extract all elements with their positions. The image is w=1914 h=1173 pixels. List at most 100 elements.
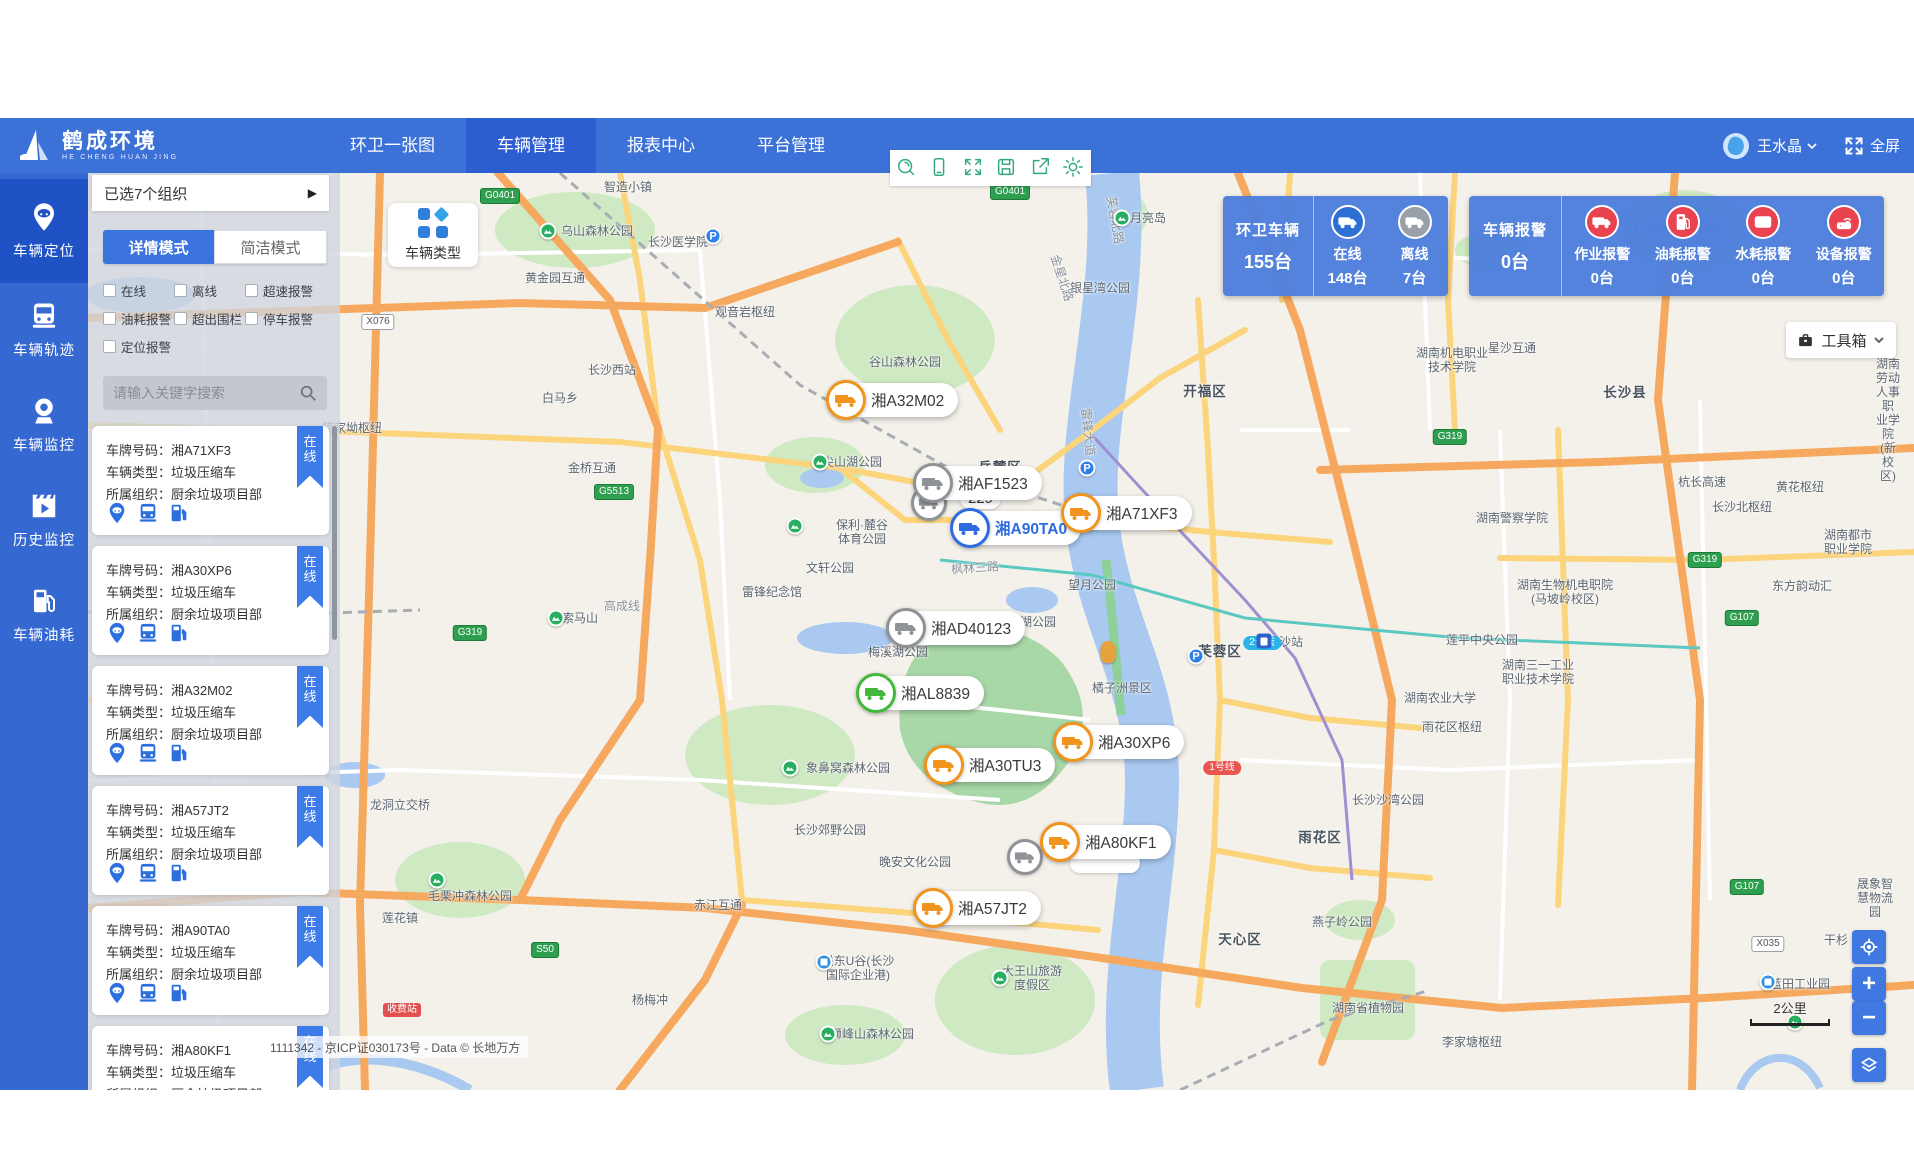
truck-icon [1040, 822, 1080, 862]
locate-vehicle-icon[interactable] [106, 862, 128, 884]
offline-truck-icon [1398, 205, 1432, 239]
road-badge: X035 [1751, 936, 1784, 952]
track-vehicle-icon[interactable] [137, 982, 159, 1004]
left-sidebar: 车辆定位车辆轨迹车辆监控历史监控车辆油耗 [0, 173, 88, 1090]
vehicle-field: 车辆类型：垃圾压缩车 [106, 822, 236, 841]
vehicle-field: 车辆类型：垃圾压缩车 [106, 462, 236, 481]
list-scrollbar[interactable] [332, 426, 337, 640]
vehicle-card-湘A90TA0[interactable]: 车牌号码：湘A90TA0车辆类型：垃圾压缩车所属组织：厨余垃圾项目部在 线 [92, 906, 329, 1015]
truck-icon [856, 673, 896, 713]
sidebar-item-车辆监控[interactable]: 车辆监控 [0, 378, 88, 473]
vehicle-marker-湘A57JT2[interactable]: 湘A57JT2 [916, 891, 1041, 925]
sidebar-item-label: 车辆轨迹 [13, 339, 75, 360]
vehicle-marker-湘A80KF1[interactable]: 湘A80KF1 [1043, 825, 1171, 859]
export-icon[interactable] [1029, 156, 1053, 180]
map-canvas[interactable]: 智造小镇乌山森林公园黄金园互通长沙医学院月亮岛银星湾公园观音岩枢纽长沙西站谷山森… [88, 173, 1914, 1090]
vehicle-marker-fragment[interactable] [1007, 839, 1043, 875]
alarm-label: 作业报警 [1574, 244, 1630, 264]
park-poi-icon [787, 518, 804, 535]
vehicle-marker-湘A30TU3[interactable]: 湘A30TU3 [927, 748, 1055, 782]
vehicle-field: 车牌号码：湘A80KF1 [106, 1040, 231, 1059]
vehicle-marker-湘A32M02[interactable]: 湘A32M02 [829, 383, 958, 417]
track-vehicle-icon[interactable] [137, 622, 159, 644]
user-avatar[interactable] [1723, 133, 1749, 159]
nav-tab-环卫一张图[interactable]: 环卫一张图 [319, 118, 466, 173]
road-badge: G319 [1688, 552, 1722, 568]
scale-bar [1750, 1019, 1830, 1026]
sidebar-item-历史监控[interactable]: 历史监控 [0, 473, 88, 568]
fuel-vehicle-icon[interactable] [168, 502, 190, 524]
panorama-button[interactable] [1852, 1048, 1886, 1082]
nav-tab-车辆管理[interactable]: 车辆管理 [466, 118, 596, 173]
p-poi-icon: P [705, 228, 722, 245]
vehicle-card-湘A32M02[interactable]: 车牌号码：湘A32M02车辆类型：垃圾压缩车所属组织：厨余垃圾项目部在 线 [92, 666, 329, 775]
water-alarm-icon [1746, 205, 1780, 239]
park-poi-icon [1114, 210, 1131, 227]
vehicle-marker-湘AD40123[interactable]: 湘AD40123 [889, 611, 1025, 645]
fleet-total-value: 155台 [1244, 248, 1292, 274]
nav-tab-报表中心[interactable]: 报表中心 [596, 118, 726, 173]
camera-icon [29, 396, 59, 434]
toolbox-button[interactable]: 工具箱 [1786, 322, 1896, 358]
truck-icon [826, 380, 866, 420]
vehicle-type-button[interactable]: 车辆类型 [388, 203, 478, 267]
track-vehicle-icon[interactable] [137, 502, 159, 524]
vehicle-actions [106, 502, 199, 524]
alarm-breakdown: 作业报警0台油耗报警0台水耗报警0台设备报警0台 [1562, 196, 1884, 296]
nav-tab-平台管理[interactable]: 平台管理 [726, 118, 856, 173]
locate-icon [1859, 937, 1879, 957]
truck-icon [924, 745, 964, 785]
user-name[interactable]: 王水晶 [1757, 135, 1802, 156]
offline-label: 离线 [1401, 244, 1429, 264]
vehicle-card-湘A30XP6[interactable]: 车牌号码：湘A30XP6车辆类型：垃圾压缩车所属组织：厨余垃圾项目部在 线 [92, 546, 329, 655]
vehicle-marker-湘AL8839[interactable]: 湘AL8839 [859, 676, 984, 710]
sidebar-item-车辆轨迹[interactable]: 车辆轨迹 [0, 283, 88, 378]
track-vehicle-icon[interactable] [137, 862, 159, 884]
sidebar-item-车辆定位[interactable]: 车辆定位 [0, 179, 88, 283]
save-icon[interactable] [995, 156, 1019, 180]
alarm-label: 油耗报警 [1655, 244, 1711, 264]
locate-vehicle-icon[interactable] [106, 502, 128, 524]
fuel-vehicle-icon[interactable] [168, 742, 190, 764]
zoom-reset-icon[interactable] [895, 156, 919, 180]
truck-icon [913, 888, 953, 928]
expand-icon[interactable] [962, 156, 986, 180]
locate-vehicle-icon[interactable] [106, 622, 128, 644]
track-vehicle-icon[interactable] [137, 742, 159, 764]
sidebar-item-label: 车辆定位 [13, 240, 75, 261]
vehicle-card-湘A57JT2[interactable]: 车牌号码：湘A57JT2车辆类型：垃圾压缩车所属组织：厨余垃圾项目部在 线 [92, 786, 329, 895]
fuel-vehicle-icon[interactable] [168, 622, 190, 644]
p-poi-icon: P [1188, 648, 1205, 665]
locate-vehicle-icon[interactable] [106, 982, 128, 1004]
fuel-vehicle-icon[interactable] [168, 982, 190, 1004]
road-badge: S50 [531, 942, 559, 958]
fuel-vehicle-icon[interactable] [168, 862, 190, 884]
mobile-frame-icon[interactable] [928, 156, 952, 180]
toolbox-label: 工具箱 [1821, 330, 1866, 351]
online-truck-icon [1331, 205, 1365, 239]
vehicle-actions [106, 862, 199, 884]
alarm-stat-油耗报警: 油耗报警0台 [1643, 196, 1724, 296]
park-poi-icon [540, 223, 557, 240]
chevron-down-icon[interactable] [1806, 140, 1818, 152]
park-poi-icon [992, 970, 1009, 987]
fleet-total: 环卫车辆 155台 [1223, 196, 1313, 296]
zoom-out-button[interactable]: − [1852, 1001, 1886, 1035]
settings-icon[interactable] [1062, 156, 1086, 180]
vehicle-card-湘A71XF3[interactable]: 车牌号码：湘A71XF3车辆类型：垃圾压缩车所属组织：厨余垃圾项目部在 线 [92, 426, 329, 535]
sidebar-item-label: 车辆油耗 [13, 624, 75, 645]
zoom-in-button[interactable]: + [1852, 967, 1886, 1001]
device-alarm-icon [1827, 205, 1861, 239]
locate-button[interactable] [1852, 930, 1886, 964]
truck-alarm-icon [1585, 205, 1619, 239]
plate-label: 湘A30TU3 [969, 754, 1041, 776]
vehicle-marker-湘AF1523[interactable]: 湘AF1523 [916, 466, 1042, 500]
alarm-value: 0台 [1832, 267, 1855, 288]
vehicle-marker-湘A30XP6[interactable]: 湘A30XP6 [1056, 725, 1184, 759]
vehicle-marker-湘A71XF3[interactable]: 湘A71XF3 [1064, 496, 1192, 530]
locate-vehicle-icon[interactable] [106, 742, 128, 764]
vehicle-field: 车牌号码：湘A71XF3 [106, 440, 231, 459]
road-badge: G107 [1730, 879, 1764, 895]
fullscreen-button[interactable]: 全屏 [1844, 135, 1900, 156]
sidebar-item-车辆油耗[interactable]: 车辆油耗 [0, 568, 88, 663]
